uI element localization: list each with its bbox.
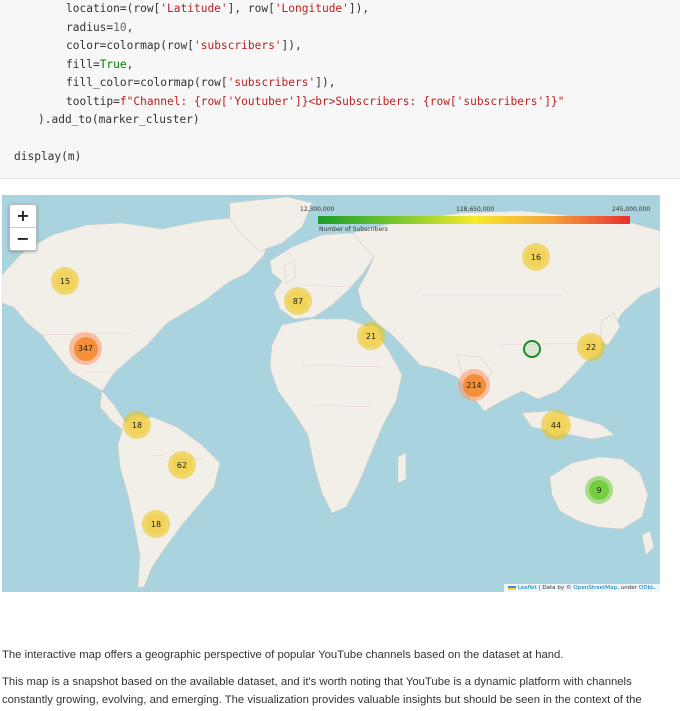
color-legend: 12,300,000 128,650,000 245,000,000 Numbe… — [298, 205, 654, 235]
code-line-add-to: ).add_to(marker_cluster) — [38, 113, 200, 126]
cluster-marker[interactable]: 16 — [522, 243, 550, 271]
legend-caption: Number of Subscribers — [319, 226, 388, 233]
land-north-america — [2, 216, 273, 392]
cluster-marker[interactable]: 9 — [585, 476, 613, 504]
cluster-marker[interactable]: 214 — [458, 369, 490, 401]
paragraph-note-line2: constantly growing, evolving, and emergi… — [2, 694, 642, 706]
zoom-in-button[interactable]: + — [10, 205, 36, 228]
cluster-marker[interactable]: 18 — [123, 411, 151, 439]
cluster-marker[interactable]: 44 — [541, 410, 571, 440]
code-line-display: display(m) — [14, 150, 82, 163]
cluster-marker[interactable]: 22 — [577, 333, 605, 361]
paragraph-intro: The interactive map offers a geographic … — [2, 649, 564, 661]
odbl-link[interactable]: ODbL. — [639, 585, 656, 591]
circle-marker[interactable] — [523, 340, 541, 358]
leaflet-link[interactable]: Leaflet — [518, 585, 537, 591]
code-line-location: location=(row['Latitude'], row['Longitud… — [66, 2, 370, 15]
osm-link[interactable]: OpenStreetMap — [573, 585, 617, 591]
code-line-color: color=colormap(row['subscribers']), — [66, 39, 302, 52]
legend-max-label: 245,000,000 — [612, 206, 651, 213]
cluster-marker[interactable]: 62 — [168, 451, 196, 479]
cluster-marker[interactable]: 18 — [142, 510, 170, 538]
land-africa — [269, 318, 403, 514]
land-madagascar — [397, 452, 407, 484]
legend-min-label: 12,300,000 — [300, 206, 335, 213]
ukraine-flag-icon — [507, 585, 516, 590]
land-new-zealand — [641, 530, 655, 556]
cluster-marker[interactable]: 15 — [51, 267, 79, 295]
code-cell: location=(row['Latitude'], row['Longitud… — [0, 0, 680, 179]
legend-color-bar — [318, 216, 630, 224]
map-base-layer — [2, 196, 660, 588]
land-south-america — [117, 416, 221, 588]
zoom-out-button[interactable]: − — [10, 228, 36, 250]
map-attribution: Leaflet | Data by © OpenStreetMap, under… — [503, 584, 660, 592]
code-line-fill: fill=True, — [66, 57, 134, 71]
code-line-fill-color: fill_color=colormap(row['subscribers']), — [66, 76, 336, 89]
cluster-marker[interactable]: 347 — [69, 332, 102, 365]
code-line-tooltip: tooltip=f"Channel: {row['Youtuber']}<br>… — [66, 94, 565, 108]
zoom-control: + − — [9, 204, 37, 251]
cluster-marker[interactable]: 87 — [284, 287, 312, 315]
world-map[interactable]: + − 12,300,000 128,650,000 245,000,000 N… — [2, 195, 660, 592]
code-block: location=(row['Latitude'], row['Longitud… — [14, 0, 564, 167]
code-line-radius: radius=10, — [66, 20, 134, 34]
paragraph-note-line1: This map is a snapshot based on the avai… — [2, 676, 632, 688]
legend-mid-label: 128,650,000 — [456, 206, 495, 213]
cluster-marker[interactable]: 21 — [357, 322, 385, 350]
